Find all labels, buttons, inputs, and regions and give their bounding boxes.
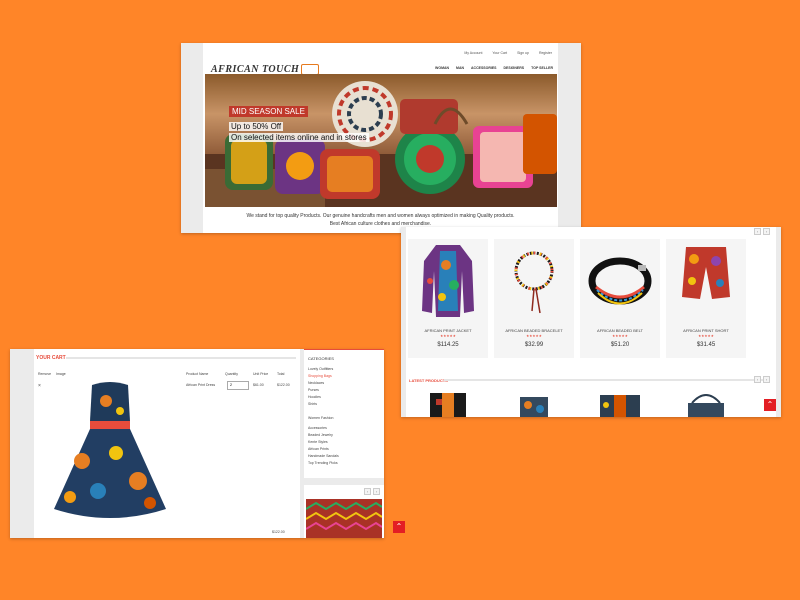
product-name[interactable]: AFRICAN BEADED BRACELET (494, 328, 574, 333)
cart-unit-price: $61.00 (253, 383, 264, 387)
product-card[interactable]: AFRICAN BEADED BELT ★★★★★ $51.20 (580, 239, 660, 358)
categories-title: CATEGORIES (308, 356, 334, 361)
chevron-right-icon[interactable]: › (373, 488, 380, 495)
chevron-left-icon[interactable]: ‹ (754, 228, 761, 235)
chevron-left-icon[interactable]: ‹ (754, 376, 761, 383)
dress-image (54, 382, 166, 518)
product-name[interactable]: AFRICAN PRINT JACKET (408, 328, 488, 333)
product-card[interactable]: AFRICAN BEADED BRACELET ★★★★★ $32.99 (494, 239, 574, 358)
category-link[interactable]: Purses (308, 388, 319, 392)
products-page: ‹ › AFRICAN PRINT JACKET ★★★★★ $114.25 A… (406, 227, 776, 417)
quantity-input[interactable]: 2 (227, 381, 249, 390)
category-link[interactable]: Necklaces (308, 381, 324, 385)
latest-product-thumb[interactable] (408, 391, 488, 417)
product-image-bracelet (514, 251, 554, 314)
col-image: Image (56, 372, 66, 376)
remove-item-icon[interactable]: × (38, 383, 41, 389)
col-quantity: Quantity (225, 372, 239, 376)
home-page-screenshot: My Account Your Cart Sign up Register AF… (181, 43, 581, 233)
categories-sidebar: CATEGORIES Lovely Outfitters Shopping Ba… (304, 349, 384, 478)
star-rating: ★★★★★ (526, 334, 542, 338)
category-link[interactable]: African Prints (308, 447, 329, 451)
col-total: Total (277, 372, 285, 376)
carousel-arrows: ‹ › (754, 228, 770, 235)
featured-product-box: ‹ › (304, 485, 384, 538)
chevron-up-icon[interactable]: ⌃ (764, 399, 776, 411)
product-price: $51.20 (610, 342, 630, 348)
cart-page-screenshot: YOUR CART Remove Image Product Name Quan… (10, 349, 384, 538)
hero-banner[interactable]: MID SEASON SALE Up to 50% Off On selecte… (205, 74, 557, 207)
latest-product-thumb[interactable] (494, 391, 574, 417)
chevron-right-icon[interactable]: › (763, 228, 770, 235)
cart-product-name[interactable]: African Print Dress (186, 383, 215, 387)
latest-product-thumb[interactable] (580, 391, 660, 417)
tagline-line-1: We stand for top quality Products. Our g… (246, 213, 515, 219)
latest-arrows: ‹ › (754, 376, 770, 383)
section-title: LATEST PRODUCTS (409, 378, 448, 383)
cart-title: YOUR CART (36, 355, 66, 361)
category-link[interactable]: Accessories (308, 426, 327, 430)
chevron-right-icon[interactable]: › (763, 376, 770, 383)
star-rating: ★★★★★ (612, 334, 628, 338)
sale-tag: MID SEASON SALE (229, 106, 308, 117)
product-image-jacket (422, 245, 474, 317)
nav-top-seller[interactable]: TOP SELLER (531, 66, 553, 70)
product-image-shorts (682, 247, 730, 299)
product-price: $31.45 (696, 342, 716, 348)
cart-grand-total: $122.00 (272, 530, 285, 534)
category-link[interactable]: Hoodies (308, 395, 321, 399)
chevron-up-icon[interactable]: ⌃ (393, 521, 405, 533)
sale-discount: Up to 50% Off (229, 122, 284, 131)
section-divider (444, 379, 770, 381)
top-links: My Account Your Cart Sign up Register (464, 51, 552, 55)
cart-item-image (46, 381, 174, 523)
category-link[interactable]: Lovely Outfitters (308, 367, 333, 371)
star-rating: ★★★★★ (440, 334, 456, 338)
chevron-left-icon[interactable]: ‹ (364, 488, 371, 495)
sale-subtitle: On selected items online and in stores (229, 133, 369, 142)
category-link[interactable]: Women Fashion (308, 416, 333, 420)
product-card[interactable]: AFRICAN PRINT SHORT ★★★★★ $31.45 (666, 239, 746, 358)
cart-main: YOUR CART Remove Image Product Name Quan… (34, 349, 300, 538)
nav-accessories[interactable]: ACCESSORIES (471, 66, 496, 70)
product-card[interactable]: AFRICAN PRINT JACKET ★★★★★ $114.25 (408, 239, 488, 358)
home-page: My Account Your Cart Sign up Register AF… (203, 43, 558, 233)
featured-arrows: ‹ › (364, 488, 380, 495)
register-link[interactable]: Register (539, 51, 552, 55)
category-link[interactable]: Kente Styles (308, 440, 328, 444)
category-link[interactable]: Handmade Sandals (308, 454, 339, 458)
product-image-belt (588, 257, 652, 305)
col-unit-price: Unit Price (253, 372, 269, 376)
cart-title-divider (66, 357, 296, 359)
product-price: $32.99 (524, 342, 544, 348)
nav-designers[interactable]: DESIGNERS (504, 66, 525, 70)
category-link[interactable]: Shirts (308, 402, 317, 406)
col-remove: Remove (38, 372, 52, 376)
cart-row-total: $122.00 (277, 383, 290, 387)
product-name[interactable]: AFRICAN PRINT SHORT (666, 328, 746, 333)
category-link[interactable]: Top Trending Picks (308, 461, 338, 465)
products-page-screenshot: ‹ › AFRICAN PRINT JACKET ★★★★★ $114.25 A… (401, 227, 781, 417)
product-name[interactable]: AFRICAN BEADED BELT (580, 328, 660, 333)
nav-man[interactable]: MAN (456, 66, 464, 70)
nav-woman[interactable]: WOMAN (435, 66, 449, 70)
category-link[interactable]: Beaded Jewelry (308, 433, 333, 437)
latest-product-thumb[interactable] (666, 391, 746, 417)
main-nav: WOMAN MAN ACCESSORIES DESIGNERS TOP SELL… (435, 66, 553, 70)
product-price: $114.25 (437, 342, 459, 348)
your-cart-link[interactable]: Your Cart (492, 51, 507, 55)
col-product-name: Product Name (186, 372, 209, 376)
featured-product-image[interactable] (306, 499, 382, 538)
category-link[interactable]: Shopping Bags (308, 374, 332, 378)
sign-up-link[interactable]: Sign up (517, 51, 529, 55)
my-account-link[interactable]: My Account (464, 51, 482, 55)
star-rating: ★★★★★ (698, 334, 714, 338)
